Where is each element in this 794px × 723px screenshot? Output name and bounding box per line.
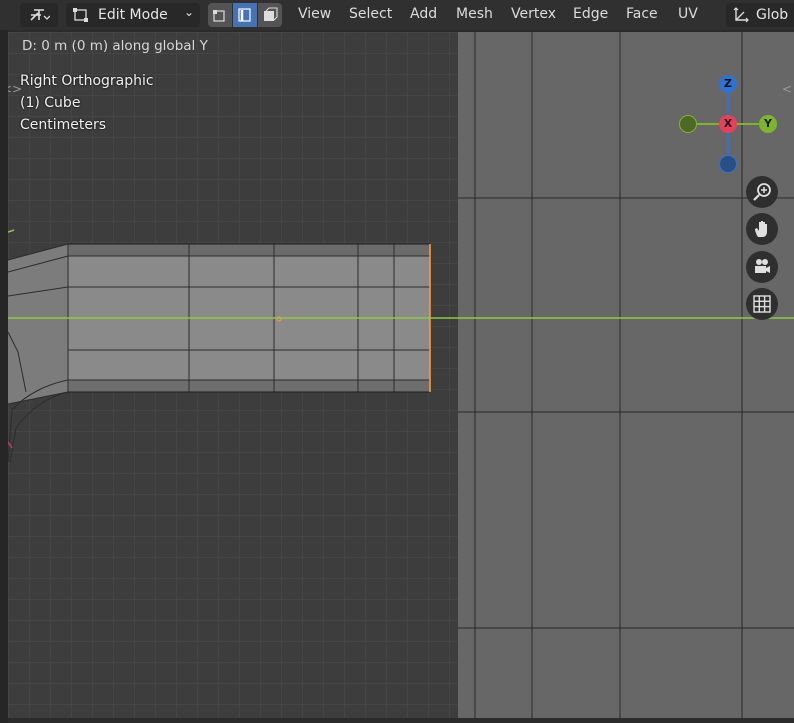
menu-select[interactable]: Select bbox=[349, 6, 392, 22]
zoom-icon bbox=[753, 183, 771, 201]
vertex-select-icon bbox=[213, 10, 225, 22]
ortho-toggle-button[interactable] bbox=[746, 288, 778, 320]
gizmo-y-axis[interactable]: Y bbox=[759, 115, 777, 133]
transform-orientation-dropdown[interactable]: Glob bbox=[726, 3, 794, 27]
zoom-button[interactable] bbox=[746, 176, 778, 208]
object-name-label: (1) Cube bbox=[20, 95, 81, 111]
vertex-select-button[interactable] bbox=[208, 3, 232, 27]
menu-mesh[interactable]: Mesh bbox=[456, 6, 493, 22]
transform-tool-icon bbox=[30, 9, 50, 21]
camera-icon bbox=[755, 259, 770, 273]
gizmo-x-axis[interactable]: X bbox=[719, 115, 737, 133]
sidebar-collapse-arrow[interactable]: < bbox=[782, 82, 792, 96]
menu-face[interactable]: Face bbox=[626, 6, 658, 22]
left-region-strip bbox=[0, 30, 8, 723]
menu-uv[interactable]: UV bbox=[678, 6, 698, 22]
edge-select-icon bbox=[238, 8, 251, 22]
gizmo-z-axis[interactable]: Z bbox=[719, 75, 737, 93]
orientation-axes-icon bbox=[733, 7, 749, 23]
menu-edge[interactable]: Edge bbox=[573, 6, 608, 22]
transform-pivot-button[interactable] bbox=[20, 3, 58, 27]
units-label: Centimeters bbox=[20, 117, 107, 133]
orientation-label: Glob bbox=[756, 7, 789, 23]
gizmo-neg-y-axis[interactable] bbox=[679, 115, 697, 133]
menu-vertex[interactable]: Vertex bbox=[511, 6, 556, 22]
face-select-button[interactable] bbox=[258, 3, 282, 27]
operation-status-text: D: 0 m (0 m) along global Y bbox=[22, 38, 208, 54]
menu-add[interactable]: Add bbox=[410, 6, 437, 22]
mode-label: Edit Mode bbox=[98, 7, 168, 23]
mesh-edit-icon bbox=[73, 8, 88, 22]
camera-view-button[interactable] bbox=[746, 251, 778, 283]
pan-button[interactable] bbox=[746, 213, 778, 245]
face-select-icon bbox=[264, 7, 278, 21]
view-name-label: Right Orthographic bbox=[20, 73, 154, 89]
mesh-object bbox=[8, 243, 431, 463]
mode-dropdown[interactable]: Edit Mode ⌄ bbox=[66, 3, 200, 27]
menu-view[interactable]: View bbox=[298, 6, 331, 22]
edge-select-button[interactable] bbox=[233, 3, 257, 27]
grid-icon bbox=[753, 295, 771, 313]
navigation-gizmo[interactable]: Z X Y bbox=[676, 72, 782, 178]
chevron-down-icon: ⌄ bbox=[183, 5, 194, 19]
hand-pan-icon bbox=[755, 221, 767, 237]
gizmo-neg-z-axis[interactable] bbox=[719, 155, 737, 173]
header-bar: Edit Mode ⌄ View Select Add Mesh Vertex … bbox=[0, 0, 794, 30]
